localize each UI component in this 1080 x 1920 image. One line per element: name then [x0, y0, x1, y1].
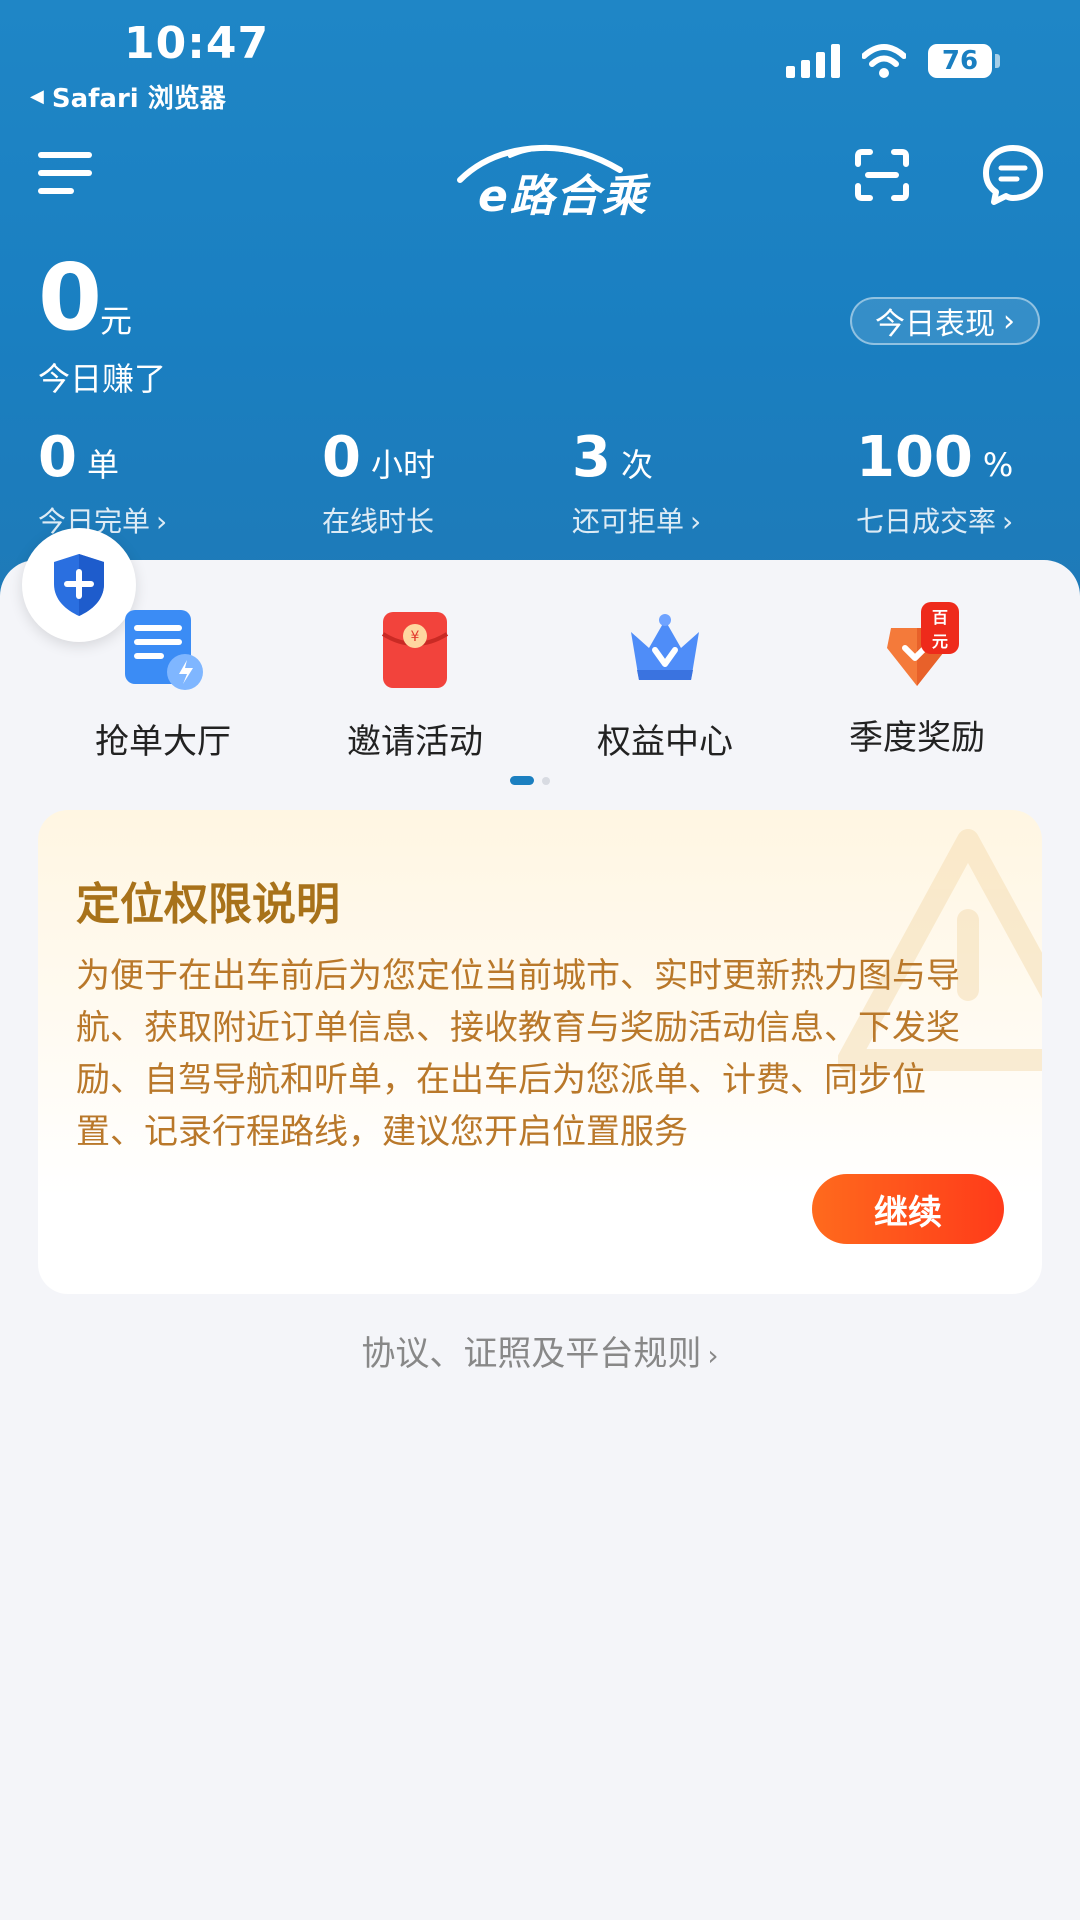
order-hall-icon — [125, 610, 203, 690]
reward-badge-label: 百元 — [921, 602, 959, 654]
battery-level: 76 — [928, 44, 992, 78]
feature-quarterly-reward[interactable]: 百元 季度奖励 — [792, 602, 1042, 759]
permission-title: 定位权限说明 — [76, 879, 340, 930]
page-dot — [542, 776, 550, 785]
feature-label: 抢单大厅 — [95, 722, 231, 762]
stat-value: 0 — [38, 425, 77, 490]
stat-unit: 单 — [86, 446, 119, 484]
stat-value: 0 — [322, 425, 361, 490]
red-envelope-icon: ¥ — [381, 612, 449, 688]
stat-remaining-rejections[interactable]: 3次 还可拒单 › — [572, 430, 701, 540]
stat-label: 在线时长 — [322, 505, 435, 538]
today-performance-button[interactable]: 今日表现 › — [850, 297, 1040, 345]
permission-description: 为便于在出车前后为您定位当前城市、实时更新热力图与导航、获取附近订单信息、接收教… — [76, 956, 960, 1152]
today-performance-label: 今日表现 — [875, 307, 995, 342]
chevron-right-icon: › — [1003, 303, 1015, 339]
today-earnings-value: 0 — [38, 244, 103, 351]
stat-unit: 次 — [620, 446, 653, 484]
chat-icon[interactable] — [982, 144, 1044, 206]
wifi-icon — [862, 44, 906, 78]
stat-value: 100 — [856, 425, 973, 490]
stat-online-hours: 0 小时 在线时长 — [322, 430, 435, 540]
rules-link-label: 协议、证照及平台规则 — [361, 1334, 702, 1374]
chevron-right-icon: › — [156, 505, 168, 538]
feature-invite-activity[interactable]: ¥ 邀请活动 — [290, 608, 540, 763]
continue-button[interactable]: 继续 — [812, 1174, 1004, 1244]
stat-seven-day-rate[interactable]: 100% 七日成交率 › — [856, 430, 1013, 540]
crown-icon — [631, 614, 699, 680]
stat-unit: 小时 — [370, 446, 435, 484]
back-app-label: Safari 浏览器 — [51, 84, 226, 114]
stat-label: 七日成交率 — [856, 505, 997, 538]
agreements-rules-link[interactable]: 协议、证照及平台规则 › — [0, 1326, 1080, 1375]
back-arrow-icon: ◀ — [30, 86, 44, 107]
stat-completed-orders[interactable]: 0单 今日完单 › — [38, 430, 167, 540]
feature-benefits-center[interactable]: 权益中心 — [540, 608, 790, 763]
today-earnings-label: 今日赚了 — [38, 360, 167, 398]
feature-label: 权益中心 — [597, 722, 733, 762]
chevron-right-icon: › — [707, 1339, 719, 1372]
feature-order-hall[interactable]: 抢单大厅 — [38, 608, 288, 763]
status-indicators: 76 — [786, 44, 1000, 78]
location-permission-card: 定位权限说明 为便于在出车前后为您定位当前城市、实时更新热力图与导航、获取附近订… — [38, 810, 1042, 1294]
today-earnings-unit: 元 — [100, 302, 133, 340]
chevron-right-icon: › — [1002, 505, 1014, 538]
page-dot-active — [510, 776, 534, 785]
back-to-safari[interactable]: ◀ Safari 浏览器 — [30, 78, 226, 115]
page-indicator — [510, 776, 550, 785]
scan-icon[interactable] — [854, 148, 910, 202]
battery-icon: 76 — [928, 44, 1000, 78]
feature-label: 季度奖励 — [849, 718, 985, 758]
svg-text:¥: ¥ — [411, 629, 420, 645]
status-time: 10:47 — [124, 18, 270, 69]
stat-value: 3 — [572, 425, 611, 490]
chevron-right-icon: › — [690, 505, 702, 538]
stat-unit: % — [982, 446, 1014, 484]
header: 10:47 ◀ Safari 浏览器 76 e路合乘 0 元 今日赚了 今日表现… — [0, 0, 1080, 600]
feature-label: 邀请活动 — [347, 722, 483, 762]
stat-label: 还可拒单 — [572, 505, 685, 538]
app-logo-text: e路合乘 — [478, 171, 648, 222]
menu-icon[interactable] — [38, 152, 94, 196]
reward-badge-icon: 百元 — [875, 602, 959, 692]
cellular-signal-icon — [786, 44, 840, 78]
